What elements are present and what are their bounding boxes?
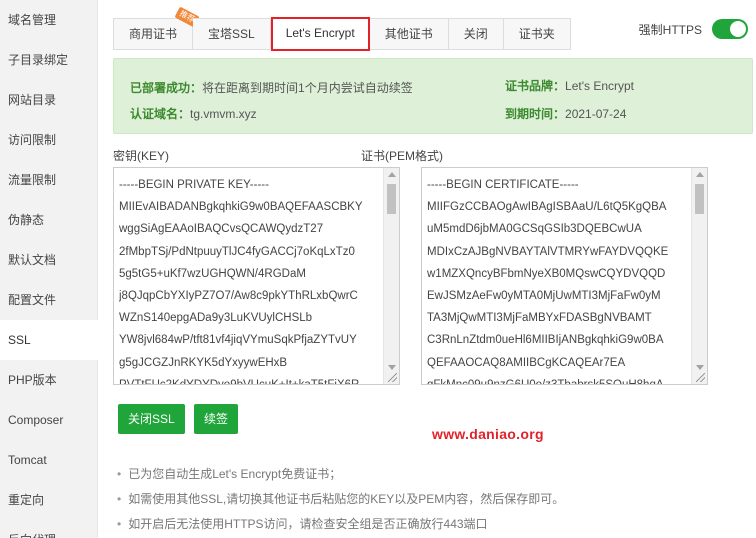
tab-close[interactable]: 关闭 [448,18,504,50]
sidebar-item-access-limit[interactable]: 访问限制 [0,120,97,160]
scroll-thumb[interactable] [695,184,704,214]
text-line: WZnS140epgADa9y3LuKVUylCHSLb [119,312,313,325]
text-line: C3RnLnZtdm0ueHl6MIIBIjANBgkqhkiG9w0BA [427,334,664,347]
deploy-status-label: 已部署成功： [130,81,203,95]
private-key-content: -----BEGIN PRIVATE KEY----- MIIEvAIBADANB… [119,174,381,385]
text-line: 5g5tG5+uKf7wzUGHQWN/4RGDaM [119,267,306,280]
text-line: EwJSMzAeFw0yMTA0MjUwMTI3MjFaFw0yM [427,290,661,303]
text-line: 2fMbpTSj/PdNtpuuyTlJC4fyGACCj7oKqLxTz0 [119,245,355,258]
sidebar-item-site-dir[interactable]: 网站目录 [0,80,97,120]
certificate-content: -----BEGIN CERTIFICATE----- MIIFGzCCBAOgA… [427,174,689,385]
tab-other-cert[interactable]: 其他证书 [369,18,449,50]
text-line: g5gJCGZJnRKYK5dYxyywEHxB [119,356,288,369]
sidebar-item-rewrite[interactable]: 伪静态 [0,200,97,240]
ssl-tabs: 商用证书 推荐 宝塔SSL Let's Encrypt 其他证书 关闭 证书夹 [113,6,571,51]
tab-baota-ssl[interactable]: 宝塔SSL [193,18,271,50]
sidebar: 域名管理 子目录绑定 网站目录 访问限制 流量限制 伪静态 默认文档 配置文件 … [0,0,98,538]
cert-expire: 到期时间：2021-07-24 [505,105,626,122]
sidebar-item-composer[interactable]: Composer [0,400,97,440]
sidebar-item-domain[interactable]: 域名管理 [0,0,97,40]
text-line: MDIxCzAJBgNVBAYTAlVTMRYwFAYDVQQKE [427,245,669,258]
force-https-toggle[interactable] [712,19,748,39]
certificate-scrollbar[interactable] [691,168,707,384]
cert-brand-label: 证书品牌： [505,79,566,93]
sidebar-item-tomcat[interactable]: Tomcat [0,440,97,480]
sidebar-item-ssl[interactable]: SSL [0,320,98,360]
sidebar-item-config[interactable]: 配置文件 [0,280,97,320]
deploy-status: 已部署成功：将在距离到期时间1个月内尝试自动续签 [130,79,413,96]
private-key-textarea[interactable]: -----BEGIN PRIVATE KEY----- MIIEvAIBADANB… [113,167,400,385]
note-item: 已为您自动生成Let's Encrypt免费证书； [117,462,564,487]
force-https-label: 强制HTTPS [638,22,702,37]
help-notes: 已为您自动生成Let's Encrypt免费证书； 如需使用其他SSL,请切换其… [117,462,564,537]
private-key-scrollbar[interactable] [383,168,399,384]
text-line: QEFAAOCAQ8AMIIBCgKCAQEAr7EA [427,356,626,369]
sidebar-item-traffic-limit[interactable]: 流量限制 [0,160,97,200]
sidebar-item-redirect[interactable]: 重定向 [0,480,97,520]
scroll-up-icon[interactable] [696,172,704,177]
deploy-status-value: 将在距离到期时间1个月内尝试自动续签 [202,81,413,95]
cert-expire-value: 2021-07-24 [565,107,627,121]
certificate-label: 证书(PEM格式) [361,149,443,163]
cert-expire-label: 到期时间： [505,107,566,121]
ssl-info-box: 已部署成功：将在距离到期时间1个月内尝试自动续签 认证域名：tg.vmvm.xy… [113,58,753,134]
sidebar-item-subdir[interactable]: 子目录绑定 [0,40,97,80]
cert-brand-value: Let's Encrypt [565,79,635,93]
resize-grip-icon[interactable] [696,373,705,382]
note-item: 如需使用其他SSL,请切换其他证书后粘贴您的KEY以及PEM内容，然后保存即可。 [117,487,564,512]
private-key-label: 密钥(KEY) [113,149,170,163]
force-https: 强制HTTPS [639,18,748,40]
scroll-up-icon[interactable] [388,172,396,177]
text-line: MIIFGzCCBAOgAwIBAgISBAaU/L6tQ5KgQBA [427,201,667,214]
tab-label: 商用证书 [129,27,178,41]
text-line: wggSiAgEAAoIBAQCvsQCAWQydzT27 [119,223,324,236]
text-line: -----BEGIN CERTIFICATE----- [427,179,579,191]
text-line: MIIEvAIBADANBgkqhkiG9w0BAQEFAASCBKY [119,201,363,214]
tab-commercial-cert[interactable]: 商用证书 推荐 [113,6,200,50]
scroll-thumb[interactable] [387,184,396,214]
text-line: uM5mdD6jbMA0GCSqGSIb3DQEBCwUA [427,223,642,236]
cert-domain-value: tg.vmvm.xyz [190,107,257,121]
scroll-down-icon[interactable] [388,365,396,370]
close-ssl-button[interactable]: 关闭SSL [118,404,185,434]
watermark: www.daniao.org [432,426,544,442]
cert-brand: 证书品牌：Let's Encrypt [505,77,634,94]
cert-domain: 认证域名：tg.vmvm.xyz [130,105,257,122]
text-line: PVTtFUc2KdYDYDyo9bVUcuK+It+kaT5tFiX6R [119,378,360,385]
text-line: YW8jvl684wP/tft81vf4jiqVYmuSqkPfjaZYTvUY [119,334,357,347]
sidebar-item-default-doc[interactable]: 默认文档 [0,240,97,280]
certificate-textarea[interactable]: -----BEGIN CERTIFICATE----- MIIFGzCCBAOgA… [421,167,708,385]
text-line: -----BEGIN PRIVATE KEY----- [119,179,269,191]
text-line: TA3MjQwMTI3MjFaMBYxFDASBgNVBAMT [427,312,652,325]
tab-lets-encrypt[interactable]: Let's Encrypt [270,17,370,51]
renew-button[interactable]: 续签 [194,404,239,434]
cert-domain-label: 认证域名： [130,107,191,121]
sidebar-item-proxy[interactable]: 反向代理 [0,520,97,538]
sidebar-item-php-version[interactable]: PHP版本 [0,360,97,400]
note-item: 如开启后无法使用HTTPS访问，请检查安全组是否正确放行443端口 [117,512,564,537]
text-line: w1MZXQncyBFbmNyeXB0MQswCQYDVQQD [427,267,666,280]
scroll-down-icon[interactable] [696,365,704,370]
text-line: j8QJqpCbYXIyPZ7O7/Aw8c9pkYThRLxbQwrC [119,290,358,303]
text-line: gFkMnc09u9nzG6U0o/z3Tbabrsk5SQuH8hqA [427,378,664,385]
resize-grip-icon[interactable] [388,373,397,382]
main-panel: 商用证书 推荐 宝塔SSL Let's Encrypt 其他证书 关闭 证书夹 … [99,0,756,538]
tab-cert-folder[interactable]: 证书夹 [503,18,571,50]
